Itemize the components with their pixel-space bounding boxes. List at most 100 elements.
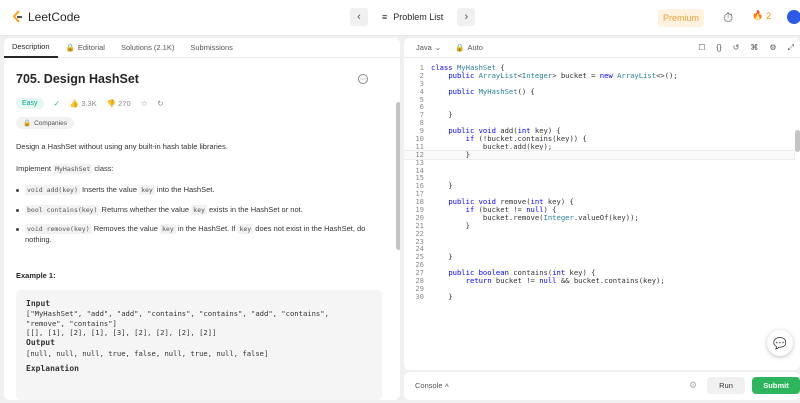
- bullet-text: exists in the HashSet or not.: [206, 204, 303, 214]
- difficulty-badge: Easy: [16, 98, 44, 109]
- code-text: public MyHashSet() {: [448, 86, 535, 96]
- code-line[interactable]: 16 }: [404, 182, 794, 190]
- code-line[interactable]: 28 return bucket != null && bucket.conta…: [404, 277, 794, 285]
- description-tabs: Description 🔒 Editorial Solutions (2.1K) …: [4, 38, 400, 58]
- language-select[interactable]: Java ⌄: [416, 43, 441, 52]
- code-line[interactable]: 24: [404, 245, 794, 253]
- fire-icon: 🔥: [752, 10, 764, 20]
- chat-help-button[interactable]: 💬: [767, 330, 793, 356]
- code-line[interactable]: 13: [404, 158, 794, 167]
- shortcut-icon[interactable]: ⌘: [750, 43, 758, 53]
- code-line[interactable]: 5: [404, 95, 794, 104]
- tab-solutions[interactable]: Solutions (2.1K): [113, 38, 182, 58]
- like-button[interactable]: 👍 3.3K: [70, 99, 97, 108]
- code-text: return bucket != null && bucket.contains…: [465, 276, 665, 286]
- chat-icon: 💬: [773, 337, 787, 350]
- method-code: void add(key): [25, 185, 80, 195]
- tab-editorial-label: Editorial: [77, 43, 105, 52]
- streak-counter[interactable]: 🔥 2: [752, 10, 771, 21]
- bullet-text: Removes the value: [91, 224, 160, 233]
- bullet-text: Inserts the value: [79, 185, 140, 194]
- bullet-dot: [16, 228, 19, 231]
- description-scrollbar[interactable]: [396, 102, 400, 250]
- code-text: }: [431, 291, 453, 301]
- description-panel: Description 🔒 Editorial Solutions (2.1K) …: [4, 38, 400, 400]
- solved-check-icon: ✓: [53, 99, 60, 108]
- problem-meta: Easy ✓ 👍 3.3K 👎 270 ☆ ↻: [16, 98, 382, 109]
- code-text: public ArrayList<Integer> bucket = new A…: [448, 70, 678, 80]
- code-line[interactable]: 4 public MyHashSet() {: [404, 86, 794, 96]
- code-area[interactable]: 1 class MyHashSet {2 public ArrayList<Int…: [404, 64, 795, 301]
- lock-icon: 🔒: [23, 120, 32, 127]
- bullet-text: Returns whether the value: [99, 204, 192, 214]
- chevron-right-icon: ›: [464, 11, 469, 23]
- dislikes-count: 270: [118, 99, 131, 108]
- editor-scrollbar[interactable]: [795, 130, 800, 152]
- tab-description[interactable]: Description: [4, 38, 58, 58]
- code-line[interactable]: 6: [404, 103, 794, 111]
- code-line[interactable]: 29: [404, 285, 794, 293]
- refresh-icon[interactable]: ↻: [157, 99, 163, 108]
- chevron-down-icon: ⌄: [434, 43, 442, 52]
- logo-text: LeetCode: [28, 10, 81, 24]
- code-line[interactable]: 15: [404, 174, 794, 182]
- braces-icon[interactable]: {}: [716, 43, 721, 53]
- companies-tag[interactable]: 🔒 Companies: [16, 117, 74, 129]
- tab-submissions[interactable]: Submissions: [182, 38, 241, 58]
- code-line[interactable]: 30 }: [404, 291, 794, 301]
- bullet-dot: [16, 189, 19, 192]
- likes-count: 3.3K: [81, 99, 97, 108]
- code-line[interactable]: 12 }: [404, 149, 795, 160]
- code-line[interactable]: 14: [404, 166, 794, 175]
- tab-solutions-label: Solutions (2.1K): [120, 43, 175, 52]
- list-icon: ≡: [382, 12, 388, 22]
- code-line[interactable]: 21 }: [404, 220, 794, 230]
- auto-mode-toggle[interactable]: 🔒 Auto: [455, 43, 483, 52]
- timer-icon[interactable]: ⏱: [723, 10, 733, 26]
- settings-icon[interactable]: ⚙: [769, 43, 776, 53]
- submit-button[interactable]: Submit: [752, 377, 800, 394]
- code-line[interactable]: 22: [404, 229, 794, 238]
- list-item: bool contains(key) Returns whether the v…: [16, 204, 382, 216]
- prev-problem-button[interactable]: ‹: [350, 8, 368, 26]
- code-line[interactable]: 23: [404, 237, 794, 246]
- list-item: void remove(key) Removes the value key i…: [16, 224, 382, 245]
- next-problem-button[interactable]: ›: [457, 8, 476, 26]
- example-input-label: Input: [26, 299, 51, 308]
- implement-prefix: Implement: [16, 163, 54, 173]
- run-button[interactable]: Run: [707, 377, 745, 394]
- example-input-line: "remove", "contains"]: [26, 318, 117, 328]
- reset-icon[interactable]: ↺: [733, 43, 740, 53]
- console-settings-icon[interactable]: ⚙: [689, 380, 697, 391]
- companies-label: Companies: [34, 119, 67, 127]
- premium-button[interactable]: Premium: [658, 9, 704, 27]
- dislike-button[interactable]: 👎 270: [107, 99, 131, 108]
- page-title: 705. Design HashSet: [16, 72, 139, 86]
- leetcode-logo-icon: [12, 10, 22, 23]
- expand-icon[interactable]: ⤢: [788, 43, 794, 53]
- code-line[interactable]: 7 }: [404, 111, 794, 119]
- bullet-text: into the HashSet.: [154, 185, 215, 194]
- implement-text: Implement MyHashSet class:: [16, 163, 382, 175]
- problem-list-label: Problem List: [393, 12, 444, 22]
- bookmark-icon[interactable]: ☐: [698, 43, 705, 53]
- problem-list-button[interactable]: ≡ Problem List: [376, 12, 449, 22]
- tab-description-label: Description: [12, 42, 50, 51]
- console-bar: Console ˄ ⚙ Run Submit: [404, 372, 800, 400]
- code-line[interactable]: 2 public ArrayList<Integer> bucket = new…: [404, 70, 794, 80]
- line-number: 2: [419, 70, 424, 80]
- code-text: }: [431, 252, 453, 262]
- logo[interactable]: LeetCode: [12, 10, 80, 24]
- star-icon[interactable]: ☆: [141, 99, 148, 108]
- code-text: }: [431, 220, 470, 230]
- method-code: void remove(key): [25, 224, 92, 234]
- tab-editorial[interactable]: 🔒 Editorial: [58, 38, 113, 58]
- example-input-line: [[], [1], [2], [1], [3], [2], [2], [2], …: [26, 328, 217, 338]
- problem-nav: ‹ ≡ Problem List ›: [350, 8, 476, 26]
- console-toggle[interactable]: Console ˄: [415, 381, 449, 390]
- code-line[interactable]: 25 }: [404, 253, 794, 261]
- code-editor-panel: Java ⌄ 🔒 Auto ☐ {} ↺ ⌘ ⚙ ⤢ 1 class MyHash…: [404, 38, 800, 370]
- intro-text: Design a HashSet without using any built…: [16, 142, 228, 151]
- code-text: }: [431, 181, 453, 191]
- avatar[interactable]: [787, 10, 800, 24]
